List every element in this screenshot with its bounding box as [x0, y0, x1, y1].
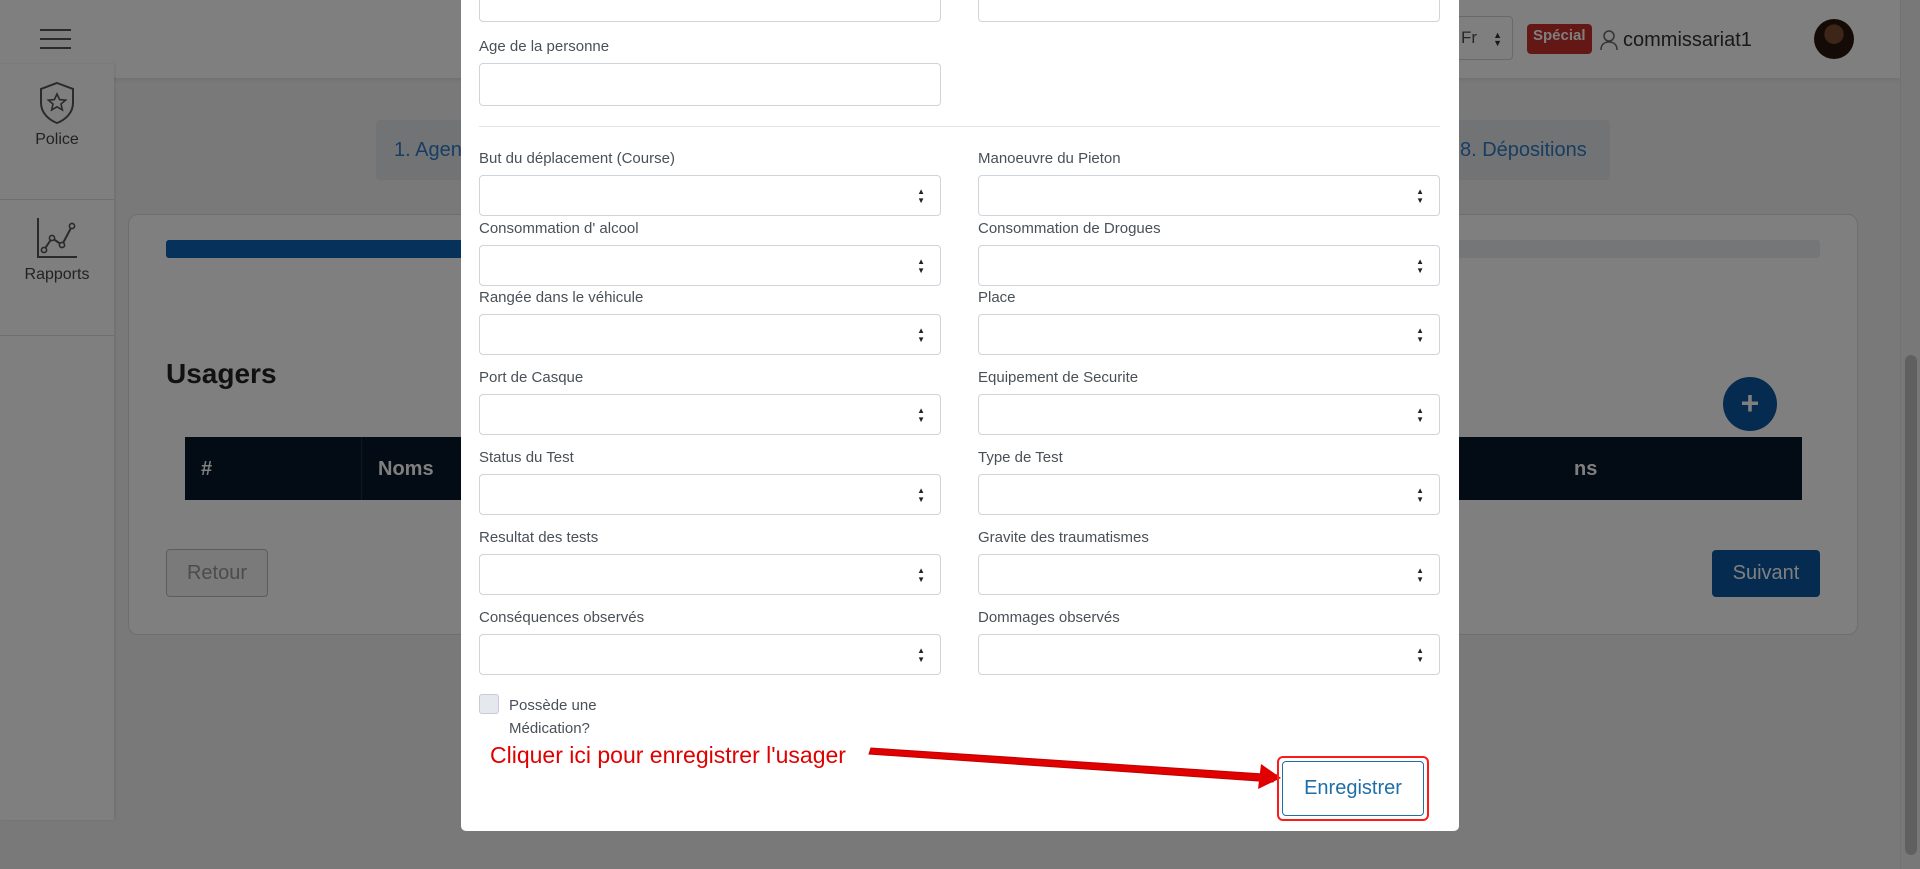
annotation-arrow — [868, 747, 1281, 789]
add-user-modal: Age de la personne But du déplacement (C… — [461, 0, 1459, 831]
save-button[interactable]: Enregistrer — [1282, 761, 1424, 816]
